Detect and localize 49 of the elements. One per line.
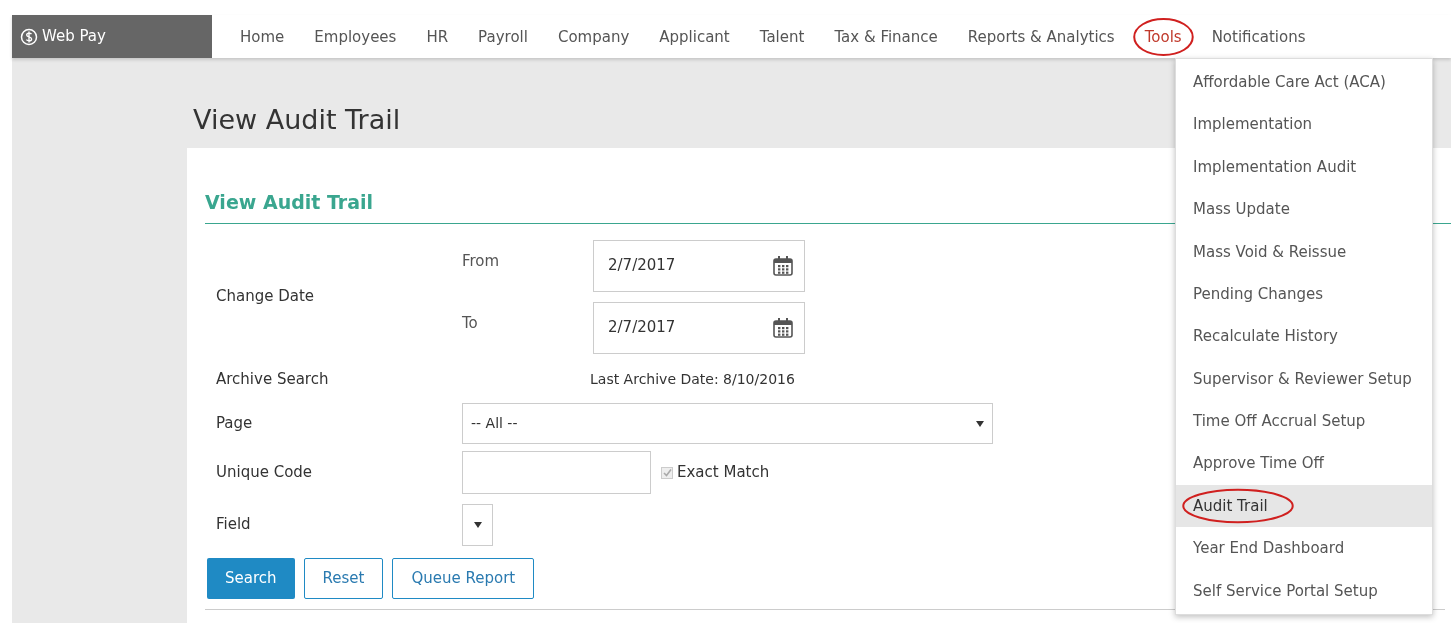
field-label: To bbox=[462, 313, 479, 335]
nav-item[interactable]: Home bbox=[240, 27, 285, 46]
card-title: View Audit Trail bbox=[205, 190, 374, 215]
nav-item[interactable]: Tax & Finance bbox=[834, 27, 938, 46]
dropdown-arrow-icon bbox=[976, 420, 984, 427]
action-button[interactable]: Search bbox=[207, 557, 295, 599]
menu-item[interactable]: Year End Dashboard bbox=[1176, 527, 1432, 570]
menu-item[interactable]: Implementation Audit bbox=[1176, 145, 1432, 189]
date-field[interactable]: 2/7/2017 bbox=[593, 301, 805, 354]
field-select[interactable] bbox=[462, 503, 493, 546]
menu-item[interactable]: Time Off Accrual Setup bbox=[1176, 400, 1432, 443]
menu-item[interactable]: Affordable Care Act (ACA) bbox=[1176, 61, 1432, 104]
nav-item[interactable]: Talent bbox=[759, 27, 805, 46]
field-label: Archive Search bbox=[216, 369, 330, 391]
brand-logo[interactable]: Web Pay bbox=[12, 15, 212, 58]
calendar-icon[interactable] bbox=[772, 254, 794, 277]
page-select[interactable]: -- All -- bbox=[462, 403, 993, 444]
menu-item[interactable]: Audit Trail bbox=[1176, 484, 1432, 528]
nav-item[interactable]: Reports & Analytics bbox=[967, 27, 1115, 46]
menu-item[interactable]: Implementation bbox=[1176, 103, 1432, 146]
field-label: Field bbox=[216, 514, 252, 536]
checkbox-label: Exact Match bbox=[677, 462, 770, 484]
nav-item[interactable]: Employees bbox=[314, 27, 397, 46]
action-button[interactable]: Reset bbox=[303, 557, 384, 599]
dollar-icon bbox=[20, 27, 38, 46]
archive-note: Last Archive Date: 8/10/2016 bbox=[590, 370, 795, 389]
nav-item[interactable]: Applicant bbox=[659, 27, 730, 46]
action-button[interactable]: Queue Report bbox=[392, 557, 535, 599]
field-label: Unique Code bbox=[216, 462, 314, 484]
field-label: From bbox=[462, 251, 501, 273]
menu-item[interactable]: Mass Void & Reissue bbox=[1176, 230, 1432, 273]
date-field[interactable]: 2/7/2017 bbox=[593, 239, 805, 292]
field-label: Page bbox=[216, 413, 254, 435]
menu-item[interactable]: Supervisor & Reviewer Setup bbox=[1176, 357, 1432, 401]
input-field[interactable] bbox=[462, 451, 651, 494]
check-icon bbox=[662, 468, 672, 477]
calendar-icon[interactable] bbox=[772, 316, 794, 339]
menu-item[interactable]: Pending Changes bbox=[1176, 272, 1432, 316]
page-title: View Audit Trail bbox=[193, 103, 401, 137]
menu-item[interactable]: Mass Update bbox=[1176, 188, 1432, 231]
field-label: Change Date bbox=[216, 286, 316, 308]
nav-item[interactable]: Notifications bbox=[1211, 27, 1306, 46]
nav-item[interactable]: HR bbox=[426, 27, 449, 46]
dropdown-arrow-icon bbox=[473, 521, 482, 528]
nav-item[interactable]: Payroll bbox=[478, 27, 528, 46]
menu-item[interactable]: Self Service Portal Setup bbox=[1176, 569, 1432, 613]
menu-item[interactable]: Recalculate History bbox=[1176, 315, 1432, 358]
nav-item[interactable]: Company bbox=[557, 27, 630, 46]
menu-item[interactable]: Approve Time Off bbox=[1176, 442, 1432, 485]
